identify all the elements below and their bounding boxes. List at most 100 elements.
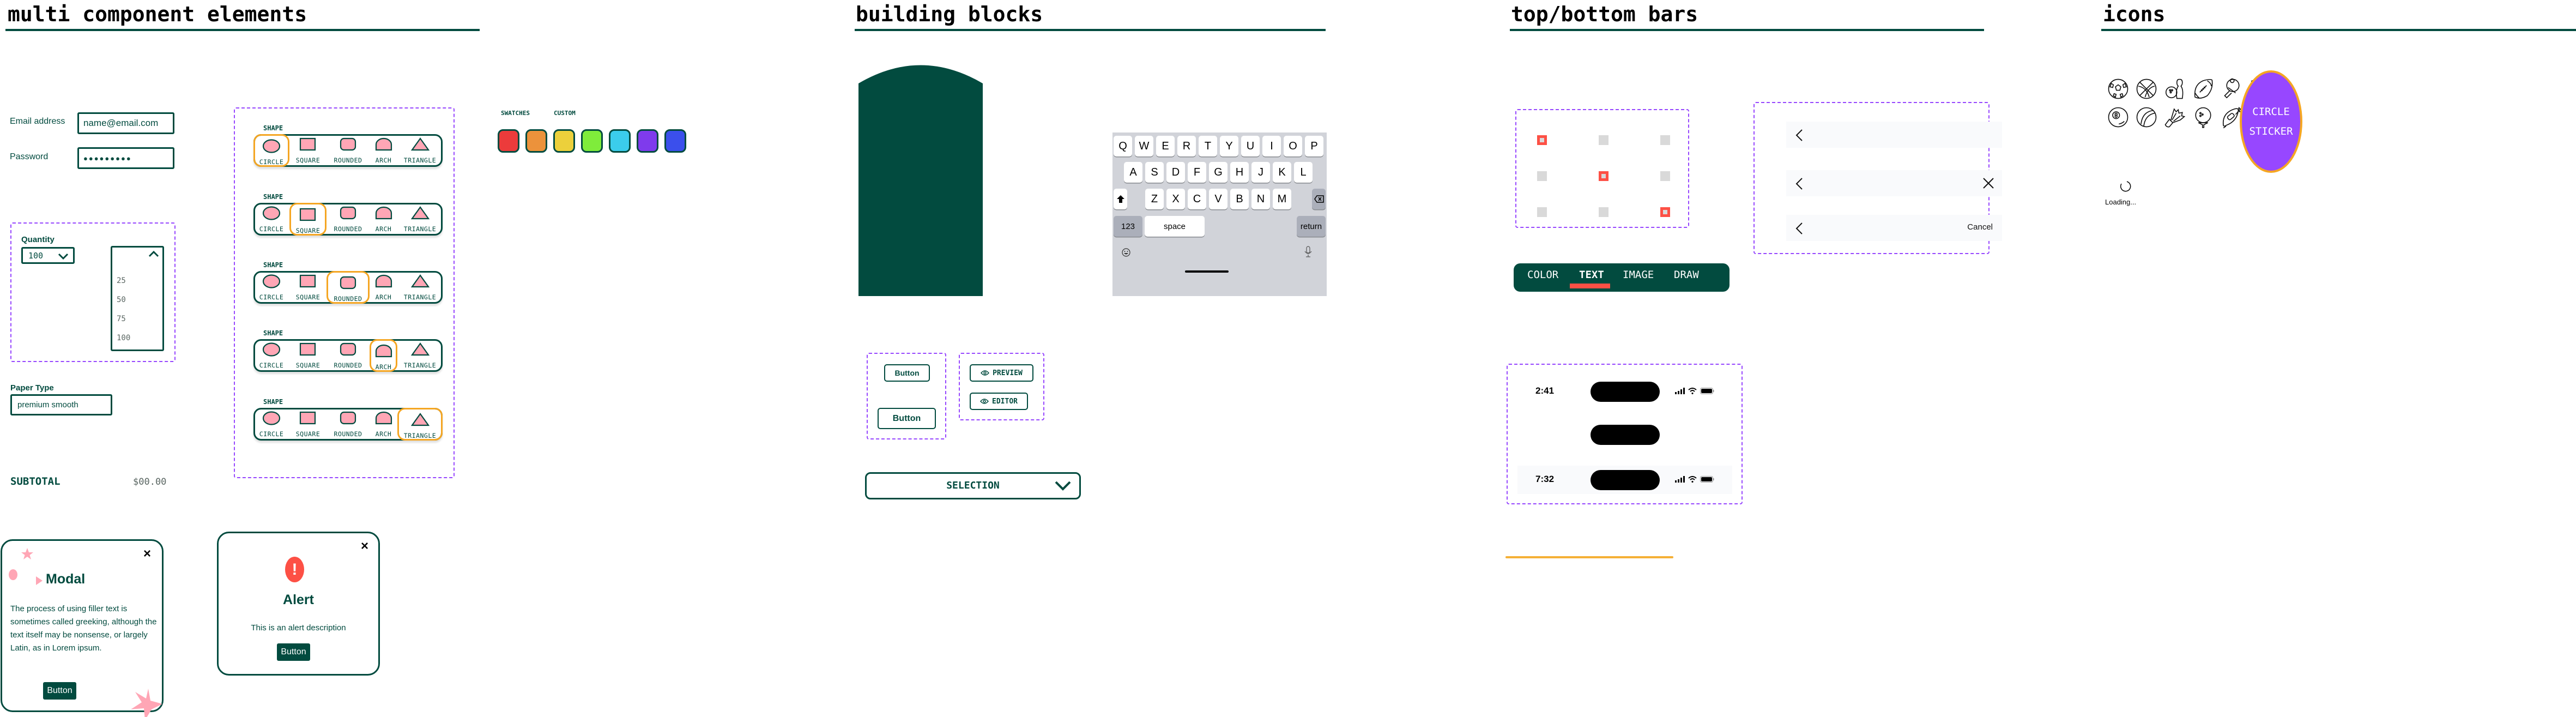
position-cell[interactable] (1537, 207, 1547, 217)
shape-option-rounded[interactable]: ROUNDED (326, 408, 370, 441)
quantity-option[interactable]: 50 (117, 296, 126, 304)
keyboard-key[interactable]: B (1230, 189, 1249, 209)
tab-draw[interactable]: DRAW (1674, 269, 1699, 281)
keyboard-key[interactable]: O (1284, 136, 1302, 156)
keyboard-key[interactable]: L (1294, 162, 1313, 183)
quantity-select[interactable]: 100 (21, 247, 75, 264)
quantity-option[interactable]: 100 (117, 334, 130, 342)
keyboard-key[interactable]: D (1166, 162, 1185, 183)
shape-option-arch[interactable]: ARCH (370, 271, 397, 304)
large-button[interactable]: Button (878, 408, 936, 429)
shape-option-circle[interactable]: CIRCLE (253, 271, 289, 304)
keyboard-key[interactable]: H (1230, 162, 1249, 183)
shape-option-triangle[interactable]: TRIANGLE (397, 203, 443, 236)
tab-text[interactable]: TEXT (1579, 269, 1604, 281)
quantity-option[interactable]: 75 (117, 315, 126, 323)
shape-option-arch[interactable]: ARCH (370, 134, 397, 167)
shape-option-triangle[interactable]: TRIANGLE (397, 408, 443, 441)
keyboard-key[interactable]: T (1199, 136, 1217, 156)
keyboard-key[interactable]: P (1305, 136, 1323, 156)
position-cell[interactable] (1660, 135, 1670, 145)
position-cell[interactable] (1660, 207, 1670, 217)
selection-dropdown[interactable]: SELECTION (865, 472, 1081, 499)
shape-option-circle[interactable]: CIRCLE (253, 203, 289, 236)
microphone-icon[interactable] (1304, 246, 1312, 258)
position-cell[interactable] (1660, 171, 1670, 181)
shape-option-arch[interactable]: ARCH (370, 408, 397, 441)
keyboard-key[interactable]: I (1262, 136, 1281, 156)
shape-option-square[interactable]: SQUARE (289, 203, 326, 236)
position-cell[interactable] (1537, 171, 1547, 181)
numbers-key[interactable]: 123 (1114, 216, 1142, 237)
backspace-key[interactable] (1312, 189, 1326, 209)
position-cell[interactable] (1599, 171, 1609, 181)
shape-option-circle[interactable]: CIRCLE (253, 339, 289, 372)
color-swatch[interactable] (664, 129, 686, 153)
shape-option-rounded[interactable]: ROUNDED (326, 134, 370, 167)
close-icon[interactable]: × (143, 546, 151, 562)
keyboard-key[interactable]: U (1241, 136, 1260, 156)
modal-button[interactable]: Button (43, 682, 76, 700)
keyboard-key[interactable]: G (1209, 162, 1227, 183)
keyboard-key[interactable]: Z (1145, 189, 1164, 209)
position-cell[interactable] (1599, 207, 1609, 217)
paper-type-field[interactable]: premium smooth (10, 394, 112, 415)
keyboard-key[interactable]: X (1166, 189, 1185, 209)
shape-option-rounded[interactable]: ROUNDED (326, 203, 370, 236)
shape-option-arch[interactable]: ARCH (370, 339, 397, 372)
cancel-button[interactable]: Cancel (1967, 222, 1993, 232)
small-button[interactable]: Button (884, 364, 930, 382)
color-swatch[interactable] (498, 129, 519, 153)
tab-custom[interactable]: CUSTOM (554, 110, 576, 117)
keyboard-key[interactable]: A (1124, 162, 1142, 183)
shape-option-circle[interactable]: CIRCLE (253, 134, 289, 167)
close-icon[interactable]: × (361, 539, 368, 554)
back-chevron-icon[interactable] (1795, 177, 1803, 190)
editor-button[interactable]: EDITOR (970, 393, 1028, 410)
chevron-up-icon[interactable] (148, 251, 159, 257)
back-chevron-icon[interactable] (1795, 129, 1803, 142)
return-key[interactable]: return (1297, 216, 1326, 237)
space-key[interactable]: space (1145, 216, 1205, 237)
shape-option-arch[interactable]: ARCH (370, 203, 397, 236)
keyboard-key[interactable]: V (1209, 189, 1227, 209)
quantity-option[interactable]: 25 (117, 276, 126, 285)
keyboard-key[interactable]: E (1156, 136, 1175, 156)
shape-option-rounded[interactable]: ROUNDED (326, 339, 370, 372)
shape-option-triangle[interactable]: TRIANGLE (397, 134, 443, 167)
keyboard-key[interactable]: C (1188, 189, 1206, 209)
position-cell[interactable] (1537, 135, 1547, 145)
shape-option-triangle[interactable]: TRIANGLE (397, 339, 443, 372)
quantity-dropdown-list[interactable]: 25 50 75 100 (111, 246, 164, 351)
close-icon[interactable] (1982, 177, 1994, 189)
shape-option-square[interactable]: SQUARE (289, 134, 326, 167)
tab-color[interactable]: COLOR (1527, 269, 1558, 281)
keyboard-key[interactable]: R (1177, 136, 1196, 156)
keyboard-key[interactable]: Y (1220, 136, 1238, 156)
back-chevron-icon[interactable] (1795, 222, 1803, 235)
alert-button[interactable]: Button (277, 643, 310, 661)
password-field[interactable]: ●●●●●●●●● (77, 147, 174, 169)
keyboard-key[interactable]: N (1251, 189, 1270, 209)
shape-option-triangle[interactable]: TRIANGLE (397, 271, 443, 304)
shape-option-circle[interactable]: CIRCLE (253, 408, 289, 441)
email-field[interactable]: name@email.com (77, 112, 174, 134)
keyboard-key[interactable]: W (1135, 136, 1153, 156)
position-cell[interactable] (1599, 135, 1609, 145)
color-swatch[interactable] (553, 129, 575, 153)
keyboard-key[interactable]: J (1251, 162, 1270, 183)
shape-option-square[interactable]: SQUARE (289, 271, 326, 304)
tab-image[interactable]: IMAGE (1623, 269, 1654, 281)
shape-option-square[interactable]: SQUARE (289, 408, 326, 441)
color-swatch[interactable] (609, 129, 631, 153)
shape-option-rounded[interactable]: ROUNDED (326, 271, 370, 304)
preview-button[interactable]: PREVIEW (970, 364, 1033, 382)
keyboard-key[interactable]: K (1273, 162, 1291, 183)
color-swatch[interactable] (637, 129, 658, 153)
color-swatch[interactable] (525, 129, 547, 153)
emoji-icon[interactable] (1122, 248, 1130, 257)
color-swatch[interactable] (581, 129, 603, 153)
keyboard-key[interactable]: Q (1114, 136, 1132, 156)
keyboard-key[interactable]: M (1273, 189, 1291, 209)
keyboard-key[interactable]: S (1145, 162, 1164, 183)
